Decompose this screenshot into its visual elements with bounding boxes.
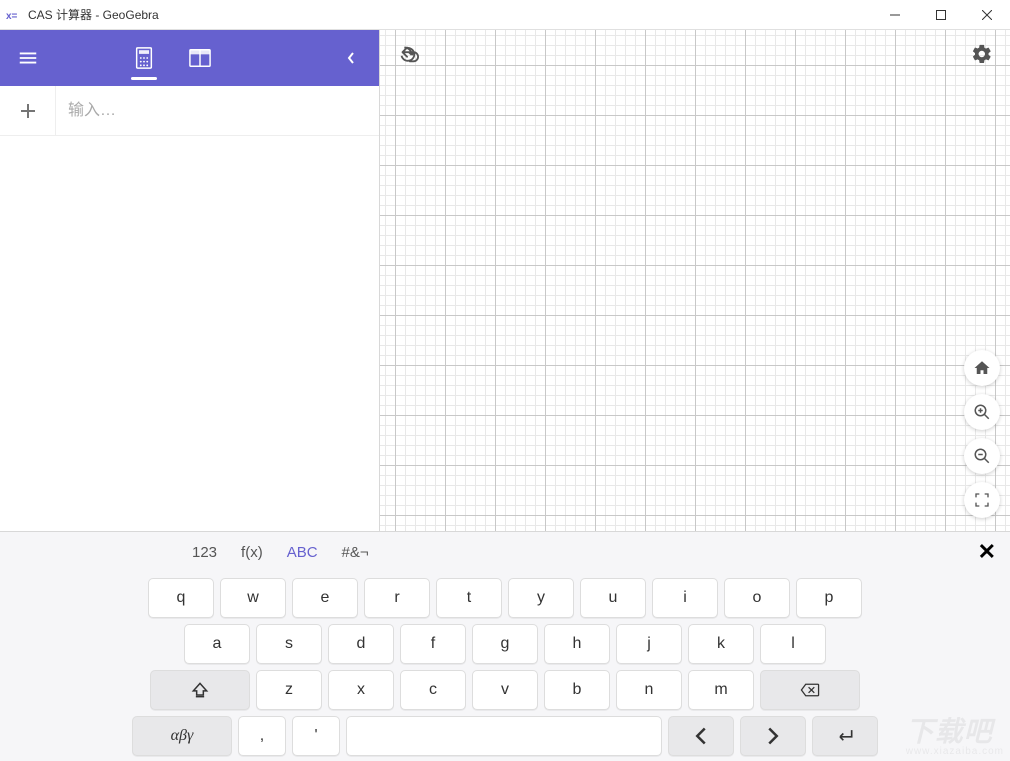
keyboard-tabs: 123 f(x) ABC #&¬ ✕ [0,532,1010,572]
key-j[interactable]: j [616,624,682,664]
key-shift[interactable] [150,670,250,710]
key-z[interactable]: z [256,670,322,710]
keyboard-tab-123[interactable]: 123 [192,532,217,572]
key-b[interactable]: b [544,670,610,710]
key-x[interactable]: x [328,670,394,710]
key-u[interactable]: u [580,578,646,618]
app-icon: x= [6,7,22,23]
sidebar [0,30,380,531]
graph-controls [964,350,1000,518]
greek-label: αβγ [171,727,194,745]
zoom-out-button[interactable] [964,438,1000,474]
key-d[interactable]: d [328,624,394,664]
enter-icon [835,726,855,746]
key-o[interactable]: o [724,578,790,618]
key-v[interactable]: v [472,670,538,710]
key-p[interactable]: p [796,578,862,618]
svg-text:x=: x= [6,11,18,22]
sidebar-header [0,30,379,86]
key-f[interactable]: f [400,624,466,664]
virtual-keyboard: 123 f(x) ABC #&¬ ✕ q w e r t y u i o p a… [0,531,1010,761]
home-button[interactable] [964,350,1000,386]
key-w[interactable]: w [220,578,286,618]
sidebar-tabs [116,30,228,86]
shift-icon [190,680,210,700]
graph-toolbar [380,30,1010,78]
window-title: CAS 计算器 - GeoGebra [28,6,159,23]
close-button[interactable] [964,0,1010,29]
keyboard-close-button[interactable]: ✕ [978,532,996,572]
window-controls [872,0,1010,29]
key-l[interactable]: l [760,624,826,664]
minimize-button[interactable] [872,0,918,29]
key-n[interactable]: n [616,670,682,710]
key-greek[interactable]: αβγ [132,716,232,756]
keyboard-tab-fx[interactable]: f(x) [241,532,263,572]
key-g[interactable]: g [472,624,538,664]
add-input-button[interactable] [0,86,56,136]
keyboard-tab-abc[interactable]: ABC [287,532,318,572]
key-right[interactable] [740,716,806,756]
keyboard-tab-symbols[interactable]: #&¬ [342,532,369,572]
chevron-right-icon [763,726,783,746]
collapse-sidebar-button[interactable] [331,30,371,86]
graph-view[interactable] [380,30,1010,531]
expression-input[interactable] [56,86,379,135]
key-k[interactable]: k [688,624,754,664]
key-space[interactable] [346,716,662,756]
key-c[interactable]: c [400,670,466,710]
hamburger-menu-button[interactable] [0,30,56,86]
main-area [0,30,1010,531]
key-t[interactable]: t [436,578,502,618]
tab-table[interactable] [172,30,228,86]
key-left[interactable] [668,716,734,756]
key-apostrophe[interactable]: ' [292,716,340,756]
key-s[interactable]: s [256,624,322,664]
key-r[interactable]: r [364,578,430,618]
zoom-in-button[interactable] [964,394,1000,430]
key-i[interactable]: i [652,578,718,618]
key-a[interactable]: a [184,624,250,664]
key-m[interactable]: m [688,670,754,710]
maximize-button[interactable] [918,0,964,29]
title-bar: x= CAS 计算器 - GeoGebra [0,0,1010,30]
key-comma[interactable]: , [238,716,286,756]
fullscreen-button[interactable] [964,482,1000,518]
keyboard-rows: q w e r t y u i o p a s d f g h j k l [0,572,1010,761]
backspace-icon [800,680,820,700]
tab-calculator[interactable] [116,30,172,86]
key-enter[interactable] [812,716,878,756]
key-e[interactable]: e [292,578,358,618]
key-backspace[interactable] [760,670,860,710]
key-h[interactable]: h [544,624,610,664]
key-q[interactable]: q [148,578,214,618]
undo-button[interactable] [388,34,428,74]
input-row [0,86,379,136]
settings-button[interactable] [962,34,1002,74]
key-y[interactable]: y [508,578,574,618]
chevron-left-icon [691,726,711,746]
